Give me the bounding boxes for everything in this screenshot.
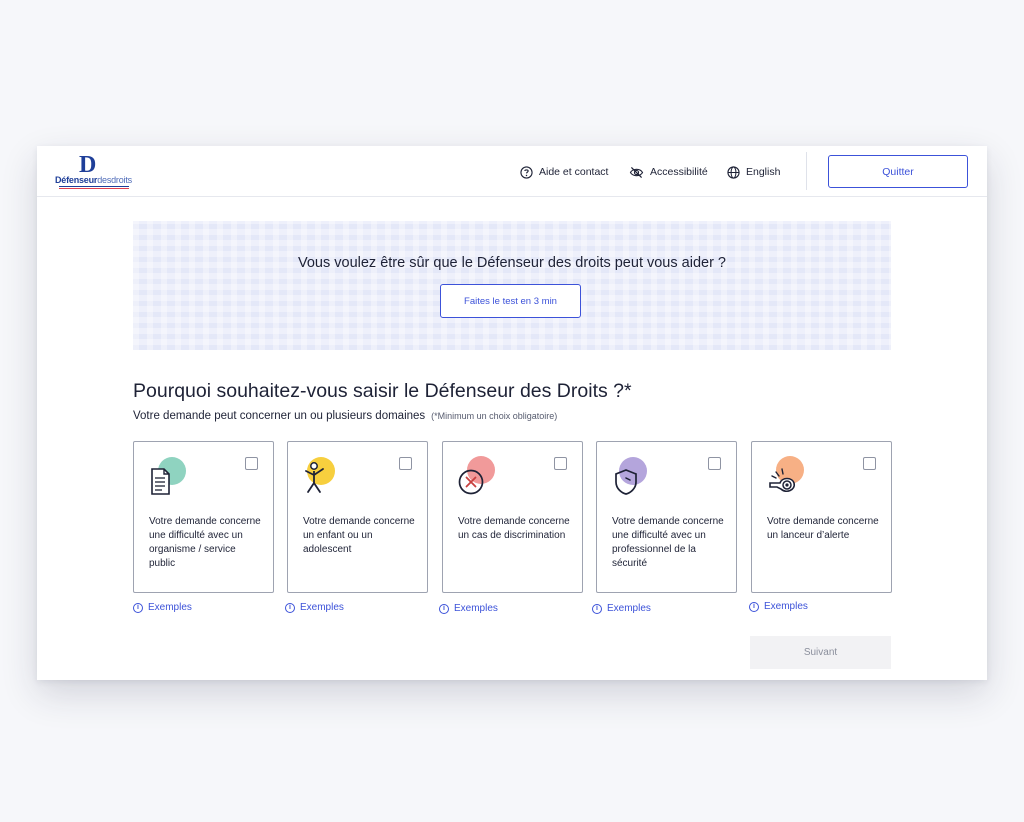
globe-icon: [727, 165, 740, 179]
card-label: Votre demande concerne une difficulté av…: [149, 516, 261, 569]
help-contact-link[interactable]: Aide et contact: [520, 164, 608, 180]
site-header: D Défenseurdesdroits Aide et contact Acc…: [37, 146, 987, 197]
banner-title: Vous voulez être sûr que le Défenseur de…: [297, 255, 726, 271]
quit-button[interactable]: Quitter: [828, 155, 968, 188]
card-label: Votre demande concerne un cas de discrim…: [458, 516, 570, 541]
examples-label: Exemples: [454, 603, 498, 614]
required-hint: (*Minimum un choix obligatoire): [431, 411, 558, 421]
logo-tricolor-line: [59, 186, 129, 189]
info-icon: i: [285, 602, 295, 613]
card-label: Votre demande concerne une difficulté av…: [612, 516, 724, 569]
logo-wordmark: Défenseurdesdroits: [55, 175, 132, 185]
logo-text-light: desdroits: [97, 175, 132, 185]
eligibility-banner: Vous voulez être sûr que le Défenseur de…: [133, 221, 891, 350]
page-title: Pourquoi souhaitez-vous saisir le Défens…: [133, 380, 632, 403]
child-icon: [305, 457, 335, 493]
examples-link-public-service[interactable]: i Exemples: [133, 602, 192, 613]
page-subtitle: Votre demande peut concerner un ou plusi…: [133, 410, 557, 422]
take-test-button[interactable]: Faites le test en 3 min: [440, 284, 581, 318]
card-checkbox[interactable]: [863, 457, 876, 470]
examples-label: Exemples: [300, 602, 344, 613]
info-icon: i: [749, 601, 759, 612]
help-contact-label: Aide et contact: [539, 166, 609, 178]
logo-letter: D: [79, 152, 97, 178]
subtitle-text: Votre demande peut concerner un ou plusi…: [133, 410, 426, 422]
defenseur-des-droits-logo[interactable]: D Défenseurdesdroits: [55, 152, 135, 189]
accessibility-label: Accessibilité: [650, 166, 708, 178]
shield-icon: [615, 457, 647, 495]
eye-slash-icon: [629, 166, 644, 178]
card-checkbox[interactable]: [554, 457, 567, 470]
domain-card-whistleblower[interactable]: Votre demande concerne un lanceur d’aler…: [751, 441, 892, 593]
accessibility-link[interactable]: Accessibilité: [629, 164, 708, 180]
domain-card-child[interactable]: Votre demande concerne un enfant ou un a…: [287, 441, 428, 593]
info-icon: i: [592, 603, 602, 614]
required-mark: *: [624, 380, 632, 402]
card-checkbox[interactable]: [245, 457, 258, 470]
next-button[interactable]: Suivant: [750, 636, 891, 669]
info-icon: i: [133, 602, 143, 613]
examples-link-whistleblower[interactable]: i Exemples: [749, 601, 808, 612]
app-window: D Défenseurdesdroits Aide et contact Acc…: [37, 146, 987, 680]
examples-label: Exemples: [764, 601, 808, 612]
card-checkbox[interactable]: [708, 457, 721, 470]
language-switch[interactable]: English: [727, 164, 780, 180]
examples-label: Exemples: [607, 603, 651, 614]
logo-text-bold: Défenseur: [55, 175, 98, 185]
domain-card-discrimination[interactable]: Votre demande concerne un cas de discrim…: [442, 441, 583, 593]
page-title-text: Pourquoi souhaitez-vous saisir le Défens…: [133, 380, 624, 402]
help-icon: [520, 165, 533, 179]
examples-link-security[interactable]: i Exemples: [592, 603, 651, 614]
discrimination-icon: [458, 456, 495, 495]
examples-link-child[interactable]: i Exemples: [285, 602, 344, 613]
info-icon: i: [439, 603, 449, 614]
whistle-icon: [769, 456, 804, 492]
card-checkbox[interactable]: [399, 457, 412, 470]
header-divider: [806, 152, 807, 190]
language-label: English: [746, 166, 781, 178]
examples-label: Exemples: [148, 602, 192, 613]
examples-link-discrimination[interactable]: i Exemples: [439, 603, 498, 614]
document-icon: [151, 457, 186, 495]
card-label: Votre demande concerne un enfant ou un a…: [303, 516, 415, 555]
card-label: Votre demande concerne un lanceur d’aler…: [767, 516, 879, 541]
domain-card-public-service[interactable]: Votre demande concerne une difficulté av…: [133, 441, 274, 593]
domain-card-security[interactable]: Votre demande concerne une difficulté av…: [596, 441, 737, 593]
